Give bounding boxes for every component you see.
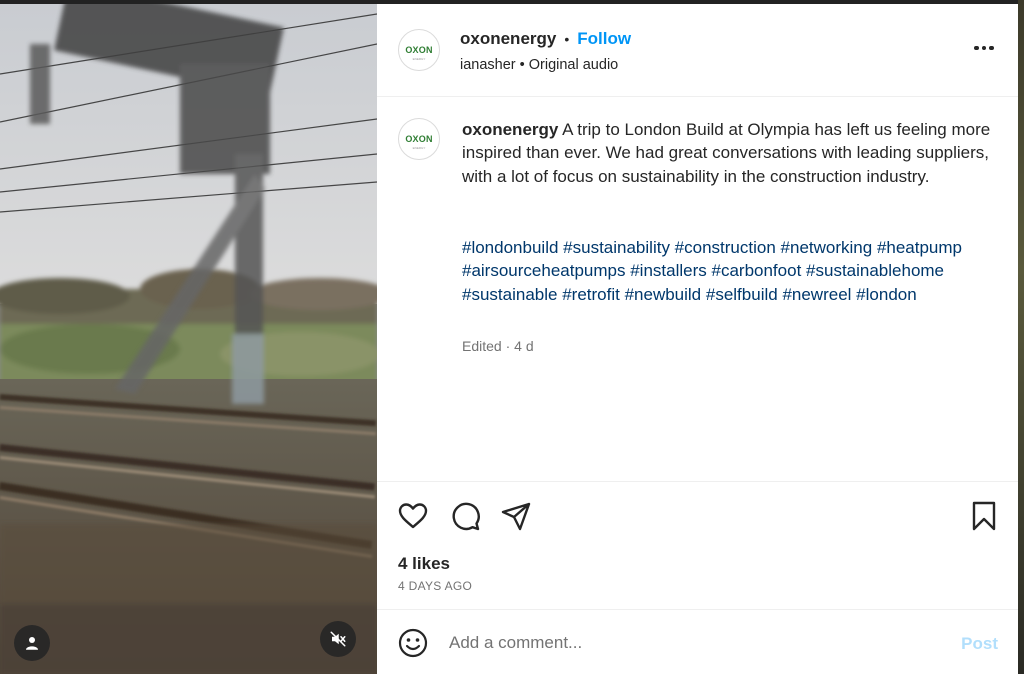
like-button[interactable] [397, 500, 429, 532]
hashtag-link[interactable]: #newbuild [625, 285, 702, 304]
post-comment-button[interactable]: Post [961, 634, 998, 654]
more-horizontal-icon [989, 45, 994, 51]
hashtag-link[interactable]: #selfbuild [706, 285, 778, 304]
logo-text: OXON [405, 44, 433, 55]
hashtag-list: #londonbuild #sustainability #constructi… [462, 236, 992, 306]
hashtag-link[interactable]: #newreel [782, 285, 851, 304]
comment-input[interactable] [449, 628, 919, 658]
audio-attribution[interactable]: ianasher • Original audio [460, 57, 618, 73]
speech-bubble-icon [452, 502, 480, 531]
hashtag-link[interactable]: #installers [630, 261, 707, 280]
author-avatar[interactable]: OXON ENERGY [398, 29, 440, 71]
post-header: OXON ENERGY oxonenergy • Follow ianasher… [377, 4, 1018, 97]
backdrop-edge [1018, 0, 1024, 674]
user-tag-button[interactable] [14, 625, 50, 661]
post-timestamp[interactable]: 4 DAYS AGO [398, 579, 472, 593]
more-horizontal-icon [974, 45, 979, 51]
hashtag-link[interactable]: #airsourceheatpumps [462, 261, 625, 280]
oxon-logo: OXON ENERGY [405, 40, 432, 61]
hashtag-link[interactable]: #networking [781, 238, 873, 257]
caption-author-avatar[interactable]: OXON ENERGY [398, 118, 440, 160]
hashtag-link[interactable]: #london [856, 285, 917, 304]
hashtag-link[interactable]: #carbonfoot [712, 261, 802, 280]
video-frame [0, 4, 377, 674]
comment-button[interactable] [449, 500, 481, 532]
more-options-button[interactable] [972, 36, 996, 60]
share-button[interactable] [500, 500, 532, 532]
hashtag-link[interactable]: #construction [675, 238, 776, 257]
author-line: oxonenergy • Follow [460, 29, 631, 49]
edited-timestamp: Edited · 4 d [462, 338, 534, 354]
emoji-picker-button[interactable] [398, 628, 428, 658]
separator-dot: • [564, 31, 570, 47]
more-horizontal-icon [981, 45, 987, 51]
oxon-logo: OXON ENERGY [405, 129, 432, 150]
logo-subtext: ENERGY [412, 56, 426, 61]
hashtag-link[interactable]: #sustainablehome [806, 261, 944, 280]
follow-button[interactable]: Follow [577, 29, 631, 49]
logo-subtext: ENERGY [412, 145, 426, 150]
hashtag-link[interactable]: #heatpump [877, 238, 962, 257]
likes-count[interactable]: 4 likes [398, 554, 450, 574]
save-button[interactable] [968, 500, 1000, 532]
paper-plane-icon [501, 502, 531, 531]
post-caption: oxonenergy A trip to London Build at Oly… [462, 118, 992, 188]
bookmark-icon [972, 501, 996, 531]
post-actions: 4 likes 4 DAYS AGO [377, 481, 1018, 609]
heart-icon [398, 503, 428, 529]
user-tag-icon [26, 637, 38, 650]
add-comment-bar: Post [377, 609, 1018, 674]
hashtag-link[interactable]: #londonbuild [462, 238, 558, 257]
reel-video[interactable] [0, 4, 377, 674]
reel-modal: OXON ENERGY oxonenergy • Follow ianasher… [0, 0, 1024, 674]
hashtag-link[interactable]: #sustainability [563, 238, 670, 257]
author-username[interactable]: oxonenergy [460, 29, 556, 49]
comments-section: OXON ENERGY oxonenergy A trip to London … [377, 98, 1018, 481]
hashtag-link[interactable]: #sustainable [462, 285, 557, 304]
mute-toggle-button[interactable] [320, 621, 356, 657]
speaker-muted-icon [330, 631, 346, 647]
hashtag-link[interactable]: #retrofit [562, 285, 620, 304]
post-details-panel: OXON ENERGY oxonenergy • Follow ianasher… [377, 4, 1018, 674]
logo-text: OXON [405, 133, 433, 144]
caption-username[interactable]: oxonenergy [462, 120, 558, 139]
smiley-face-icon [398, 628, 428, 658]
